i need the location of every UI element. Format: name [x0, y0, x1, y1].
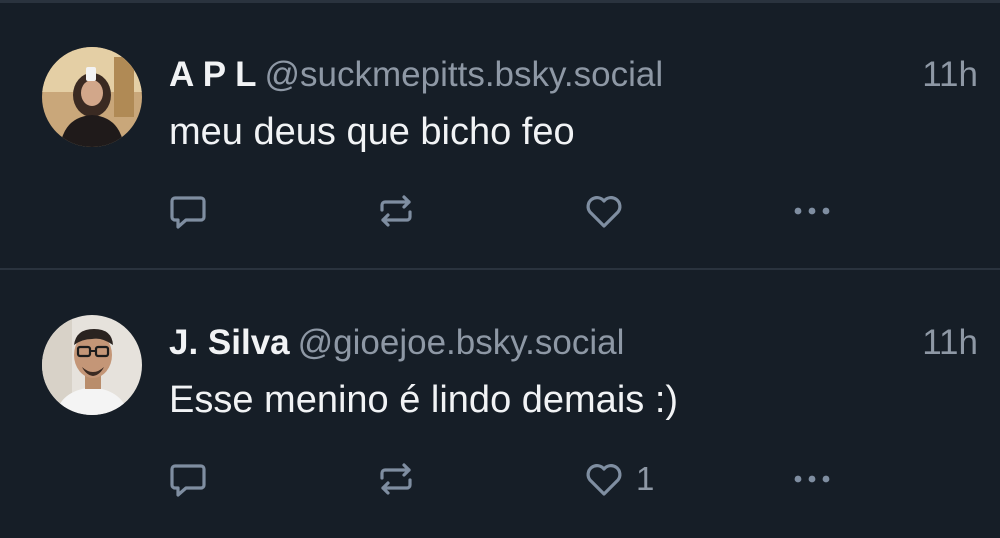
reply-icon	[166, 457, 210, 501]
repost-icon	[374, 189, 418, 233]
heart-icon	[582, 189, 626, 233]
post-timestamp[interactable]: 11h	[922, 323, 978, 363]
more-options-button[interactable]	[790, 189, 834, 233]
more-options-button[interactable]	[790, 457, 834, 501]
more-options-icon	[790, 457, 834, 501]
like-count: 1	[636, 460, 655, 497]
post-header: A P L @suckmepitts.bsky.social	[169, 55, 663, 99]
repost-button[interactable]	[374, 457, 418, 501]
display-name[interactable]: J. Silva	[169, 323, 290, 362]
user-handle[interactable]: @gioejoe.bsky.social	[298, 323, 625, 362]
avatar[interactable]	[42, 315, 142, 415]
user-handle[interactable]: @suckmepitts.bsky.social	[265, 55, 664, 94]
display-name[interactable]: A P L	[169, 55, 257, 94]
repost-icon	[374, 457, 418, 501]
post-actions: 1	[0, 457, 1000, 501]
like-button[interactable]	[582, 189, 636, 233]
post-text: Esse menino é lindo demais :)	[169, 379, 679, 421]
post-header: J. Silva @gioejoe.bsky.social	[169, 323, 624, 367]
post-divider	[0, 268, 1000, 270]
avatar[interactable]	[42, 47, 142, 147]
reply-button[interactable]	[166, 457, 210, 501]
post-timestamp[interactable]: 11h	[922, 55, 978, 95]
like-button[interactable]: 1	[582, 457, 654, 501]
reply-icon	[166, 189, 210, 233]
post[interactable]: J. Silva @gioejoe.bsky.social 11h Esse me…	[0, 271, 1000, 537]
heart-icon	[582, 457, 626, 501]
repost-button[interactable]	[374, 189, 418, 233]
post-actions	[0, 189, 1000, 233]
more-options-icon	[790, 189, 834, 233]
post[interactable]: A P L @suckmepitts.bsky.social 11h meu de…	[0, 3, 1000, 269]
reply-button[interactable]	[166, 189, 210, 233]
post-text: meu deus que bicho feo	[169, 111, 575, 153]
